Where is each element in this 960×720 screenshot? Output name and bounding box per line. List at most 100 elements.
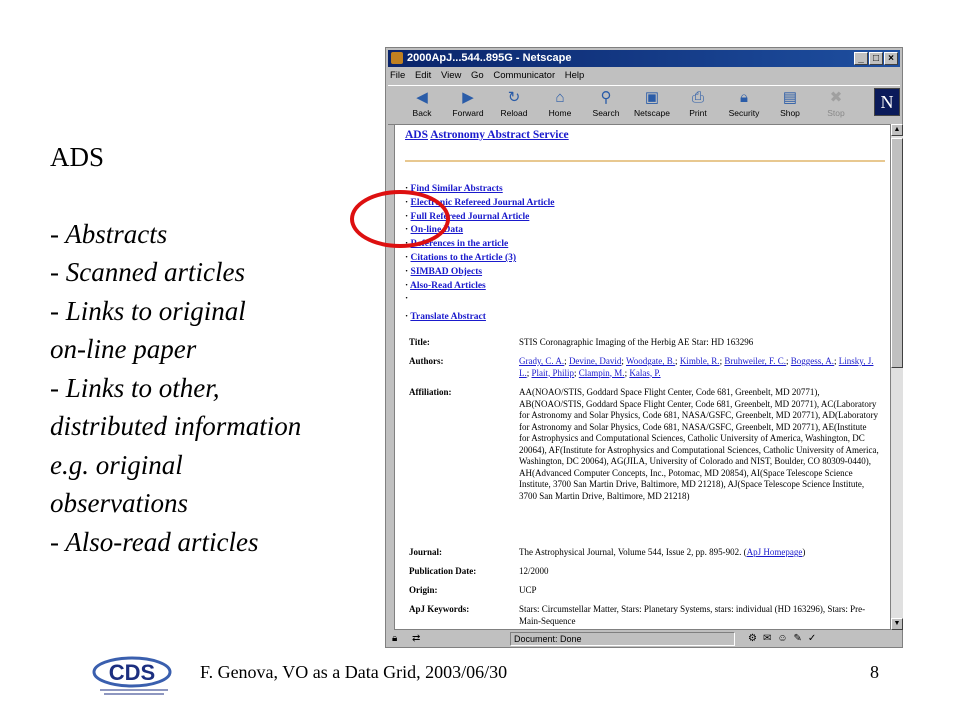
author-link[interactable]: Woodgate, B. [626, 356, 675, 366]
cds-logo: CDS [92, 656, 172, 695]
bullet-eg-original: e.g. original [50, 449, 183, 480]
shop-icon: ▤ [782, 89, 798, 106]
bullet-links-original: - Links to original [50, 295, 246, 326]
keywords-label: ApJ Keywords: [409, 604, 470, 614]
journal-value: The Astrophysical Journal, Volume 544, I… [519, 547, 806, 557]
ads-link[interactable]: ADS [405, 129, 428, 141]
lock-icon: 🔒︎ [740, 89, 748, 106]
security-lock-icon[interactable]: 🔒︎ [392, 632, 397, 646]
slide-footer: F. Genova, VO as a Data Grid, 2003/06/30 [200, 662, 508, 682]
netscape-app-icon [391, 52, 403, 64]
forward-button[interactable]: ▶ Forward [446, 88, 490, 122]
translate-abstract-link[interactable]: Translate Abstract [410, 312, 486, 322]
list-item: · Translate Abstract [405, 312, 486, 323]
printer-icon: ⎙ [691, 89, 704, 106]
menu-view[interactable]: View [441, 70, 461, 81]
annotation-circle [350, 190, 450, 248]
bullet-abstracts: - Abstracts [50, 218, 168, 249]
list-item: · Citations to the Article (3) [405, 252, 517, 263]
print-button[interactable]: ⎙ Print [676, 88, 720, 122]
forward-arrow-icon: ▶ [462, 89, 474, 106]
bullet-scanned-articles: - Scanned articles [50, 257, 245, 287]
list-item: · [405, 294, 409, 305]
affiliation-value: AA(NOAO/STIS, Goddard Space Flight Cente… [519, 387, 879, 501]
affiliation-label: Affiliation: [409, 387, 452, 397]
list-item: · Also-Read Articles [405, 280, 486, 291]
divider [405, 160, 885, 162]
author-link[interactable]: Boggess, A. [791, 356, 834, 366]
netscape-button[interactable]: ▣ Netscape [630, 88, 674, 122]
vertical-scrollbar[interactable]: ▲ ▼ [891, 124, 903, 630]
navigation-toolbar: ◀ Back ▶ Forward ↻ Reload ⌂ Home ⚲ Search ▣ Ne… [388, 85, 900, 125]
author-link[interactable]: Kimble, R. [680, 356, 720, 366]
page-content: ADS Astronomy Abstract Service · Find Si… [394, 124, 891, 630]
bullet-links-other: - Links to other, [50, 372, 220, 403]
bullet-links-original-cont: on-line paper [50, 334, 197, 364]
back-button[interactable]: ◀ Back [400, 88, 444, 122]
menu-communicator[interactable]: Communicator [493, 70, 555, 81]
scroll-down-icon[interactable]: ▼ [891, 618, 903, 630]
stop-button[interactable]: ✖ Stop [814, 88, 858, 122]
shop-button[interactable]: ▤ Shop [768, 88, 812, 122]
maximize-icon[interactable]: □ [869, 52, 883, 65]
slide-heading: ADS [50, 142, 105, 172]
scroll-up-icon[interactable]: ▲ [891, 124, 903, 136]
window-titlebar[interactable]: 2000ApJ...544..895G - Netscape _ □ × [388, 50, 900, 67]
svg-text:CDS: CDS [109, 660, 155, 685]
component-bar-icon[interactable]: ⚙✉☺✎✓ [748, 632, 822, 646]
browser-window: 2000ApJ...544..895G - Netscape _ □ × Fil… [385, 47, 903, 648]
search-button[interactable]: ⚲ Search [584, 88, 628, 122]
author-link[interactable]: Grady, C. A. [519, 356, 564, 366]
authors-value: Grady, C. A.; Devine, David; Woodgate, B… [519, 356, 874, 378]
simbad-objects-link[interactable]: SIMBAD Objects [411, 267, 483, 277]
apj-homepage-link[interactable]: ApJ Homepage [747, 547, 803, 557]
astronomy-abstract-service-link[interactable]: Astronomy Abstract Service [430, 129, 568, 141]
also-read-link[interactable]: Also-Read Articles [410, 281, 486, 291]
author-link[interactable]: Devine, David [569, 356, 621, 366]
window-title: 2000ApJ...544..895G - Netscape [407, 52, 572, 64]
close-icon[interactable]: × [884, 52, 898, 65]
ads-header: ADS Astronomy Abstract Service [405, 129, 569, 141]
author-link[interactable]: Clampin, M. [579, 368, 625, 378]
back-arrow-icon: ◀ [416, 89, 428, 106]
list-item: · SIMBAD Objects [405, 266, 483, 277]
home-icon: ⌂ [555, 89, 565, 106]
status-bar: 🔒︎ ⇄ Document: Done ⚙✉☺✎✓ [388, 632, 900, 646]
netscape-logo: N [874, 88, 900, 116]
search-icon: ⚲ [600, 89, 612, 106]
bullet-also-read: - Also-read articles [50, 526, 259, 557]
bullet-observations: observations [50, 488, 188, 518]
title-label: Title: [409, 337, 430, 347]
author-link[interactable]: Plait, Philip [532, 368, 575, 378]
reload-button[interactable]: ↻ Reload [492, 88, 536, 122]
reload-icon: ↻ [507, 89, 521, 106]
connection-icon: ⇄ [412, 633, 421, 644]
origin-value: UCP [519, 585, 537, 595]
menu-edit[interactable]: Edit [415, 70, 431, 81]
pubdate-value: 12/2000 [519, 566, 549, 576]
slide-page-number: 8 [870, 662, 879, 682]
origin-label: Origin: [409, 585, 438, 595]
bullet-links-other-cont: distributed information [50, 411, 302, 441]
menu-bar: File Edit View Go Communicator Help [390, 68, 591, 84]
slide-bullet-list: ADS - Abstracts - Scanned articles - Lin… [50, 138, 380, 561]
author-link[interactable]: Kalas, P. [629, 368, 660, 378]
author-link[interactable]: Bruhweiler, F. C. [724, 356, 786, 366]
home-button[interactable]: ⌂ Home [538, 88, 582, 122]
pubdate-label: Publication Date: [409, 566, 477, 576]
journal-label: Journal: [409, 547, 443, 557]
keywords-value: Stars: Circumstellar Matter, Stars: Plan… [519, 604, 866, 626]
security-button[interactable]: 🔒︎ Security [722, 88, 766, 122]
find-similar-abstracts-link[interactable]: Find Similar Abstracts [411, 184, 503, 194]
menu-help[interactable]: Help [565, 70, 585, 81]
menu-go[interactable]: Go [471, 70, 484, 81]
citations-link[interactable]: Citations to the Article (3) [411, 253, 517, 263]
menu-file[interactable]: File [390, 70, 405, 81]
minimize-icon[interactable]: _ [854, 52, 868, 65]
title-value: STIS Coronagraphic Imaging of the Herbig… [519, 337, 754, 347]
status-text: Document: Done [510, 632, 735, 646]
scroll-thumb[interactable] [891, 138, 903, 368]
authors-label: Authors: [409, 356, 444, 366]
netscape-icon: ▣ [644, 89, 660, 106]
stop-icon: ✖ [829, 89, 843, 106]
